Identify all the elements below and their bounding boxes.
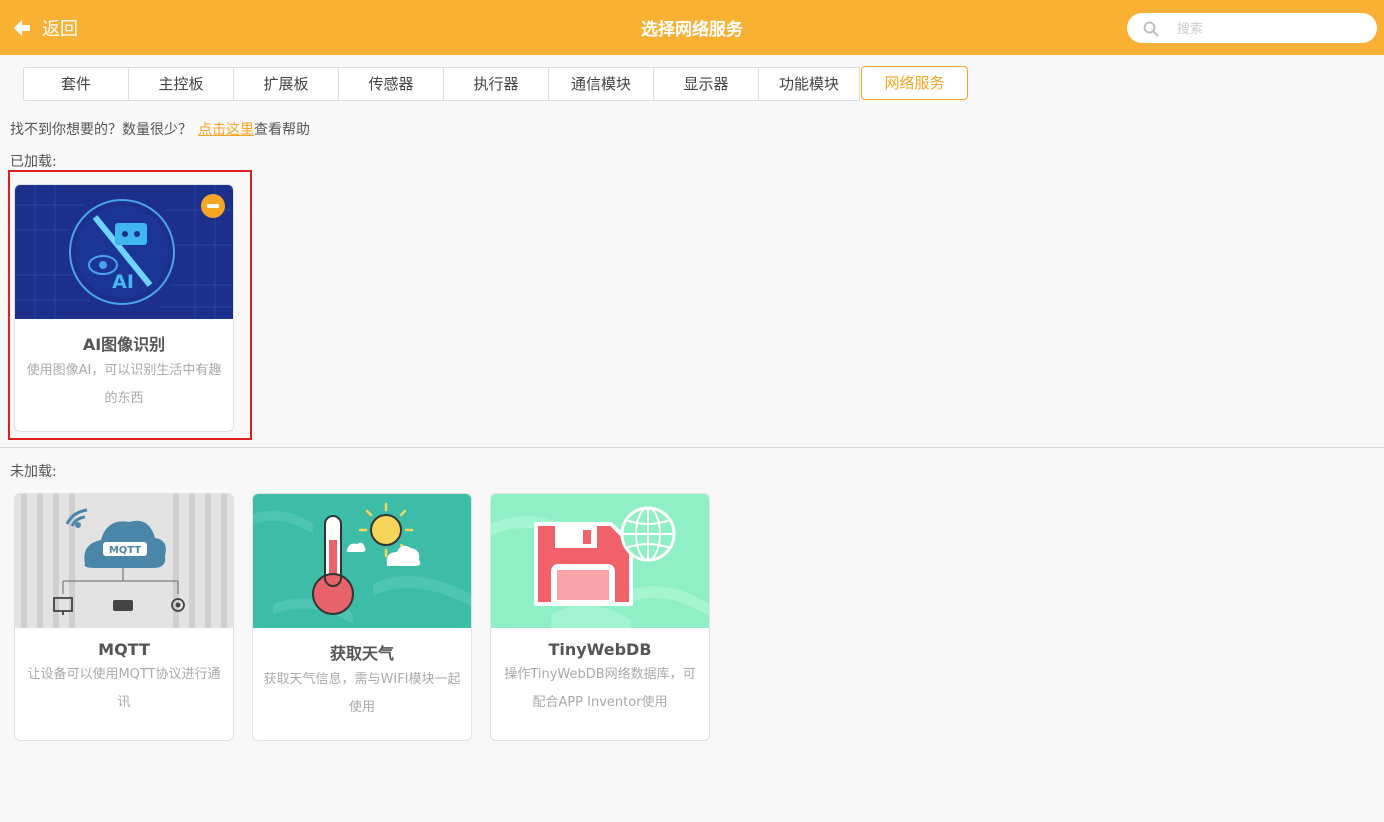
category-tabs: 套件 主控板 扩展板 传感器 执行器 通信模块 显示器 功能模块 网络服务: [23, 66, 968, 101]
mqtt-text-graphic: MQTT: [109, 545, 142, 556]
service-card-mqtt[interactable]: MQTT MQTT 让设备可以使用MQTT协议进行通讯: [14, 493, 234, 741]
card-description: 操作TinyWebDB网络数据库，可配合APP Inventor使用: [504, 667, 696, 710]
tab-kit[interactable]: 套件: [23, 67, 129, 101]
tab-sensor[interactable]: 传感器: [338, 67, 444, 101]
thermometer-sun-icon: [253, 494, 471, 628]
search-icon: [1143, 21, 1159, 37]
service-card-ai-image-recognition[interactable]: AI AI图像识别 使用图像AI，可以识别生活中有趣的东西: [14, 184, 234, 432]
tab-communication-module[interactable]: 通信模块: [548, 67, 654, 101]
ai-text-graphic: AI: [112, 271, 134, 293]
card-image: [253, 494, 471, 628]
card-title: MQTT: [98, 640, 150, 659]
header-bar: 返回 选择网络服务: [0, 0, 1384, 55]
card-image: AI: [15, 185, 233, 319]
tab-display[interactable]: 显示器: [653, 67, 759, 101]
card-title: AI图像识别: [82, 335, 166, 354]
mqtt-cloud-icon: [15, 494, 233, 628]
database-globe-icon: [491, 494, 709, 628]
service-card-tinywebdb[interactable]: TinyWebDB 操作TinyWebDB网络数据库，可配合APP Invent…: [490, 493, 710, 741]
card-title: TinyWebDB: [548, 640, 652, 659]
search-input[interactable]: [1175, 17, 1369, 41]
tab-actuator[interactable]: 执行器: [443, 67, 549, 101]
card-title: 获取天气: [329, 644, 394, 663]
help-prefix: 找不到你想要的？数量很少？: [10, 122, 192, 138]
unloaded-section-label: 未加载:: [10, 464, 57, 480]
search-box[interactable]: [1127, 13, 1377, 43]
loaded-section-label: 已加载:: [10, 154, 57, 170]
help-suffix: 查看帮助: [254, 122, 310, 138]
remove-service-button[interactable]: [201, 194, 225, 218]
section-divider: [0, 447, 1384, 448]
help-link[interactable]: 点击这里: [198, 122, 254, 138]
service-card-weather[interactable]: 获取天气 获取天气信息，需与WIFI模块一起使用: [252, 493, 472, 741]
mqtt-image-label: MQTT: [109, 545, 142, 556]
tab-mainboard[interactable]: 主控板: [128, 67, 234, 101]
tab-expansion-board[interactable]: 扩展板: [233, 67, 339, 101]
ai-image-label: AI: [112, 271, 134, 293]
card-image: [491, 494, 709, 628]
tab-network-service[interactable]: 网络服务: [861, 66, 968, 100]
card-description: 让设备可以使用MQTT协议进行通讯: [27, 667, 221, 710]
tab-function-module[interactable]: 功能模块: [758, 67, 860, 101]
card-image: MQTT: [15, 494, 233, 628]
card-description: 使用图像AI，可以识别生活中有趣的东西: [26, 363, 222, 406]
card-description: 获取天气信息，需与WIFI模块一起使用: [263, 672, 461, 715]
help-text: 找不到你想要的？数量很少？ 点击这里查看帮助: [10, 119, 310, 139]
